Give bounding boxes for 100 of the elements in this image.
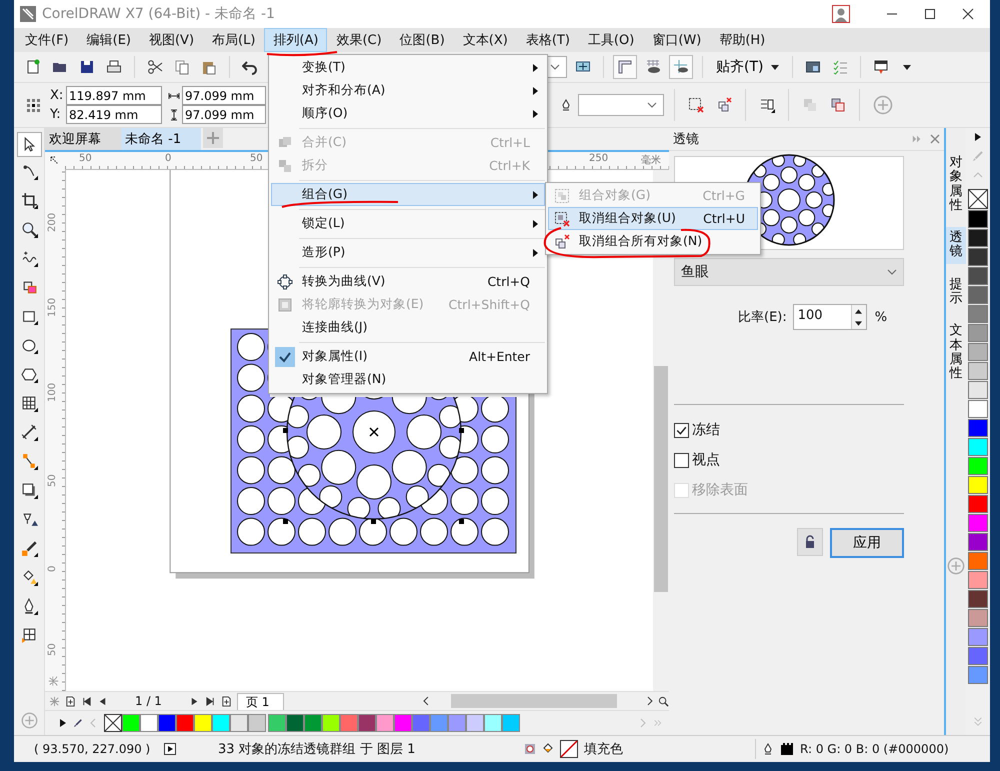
menu-item[interactable]: 窗口(W) — [643, 28, 710, 52]
menu-item[interactable]: 文本(X) — [454, 28, 517, 52]
user-avatar-icon[interactable] — [832, 5, 850, 23]
color-swatch[interactable] — [358, 714, 376, 732]
color-swatch[interactable] — [968, 362, 988, 380]
lock-button[interactable] — [797, 528, 823, 556]
color-swatch[interactable] — [968, 666, 988, 684]
color-swatch[interactable] — [484, 714, 502, 732]
color-swatch[interactable] — [502, 714, 520, 732]
color-swatch[interactable] — [968, 210, 988, 228]
docker-tab[interactable]: 提示 — [946, 274, 966, 310]
color-swatch[interactable] — [194, 714, 212, 732]
add-tab-icon[interactable] — [203, 128, 224, 148]
menu-item[interactable]: 排列(A) — [264, 28, 328, 52]
color-swatch[interactable] — [968, 552, 988, 570]
previous-page-icon[interactable] — [97, 696, 108, 706]
menu-item[interactable]: 位图(B) — [390, 28, 454, 52]
color-swatch[interactable] — [968, 628, 988, 646]
checkbox[interactable] — [674, 422, 689, 438]
color-swatch[interactable] — [448, 714, 466, 732]
menu-item[interactable]: 帮助(H) — [710, 28, 774, 52]
fill-bucket-icon[interactable] — [542, 743, 554, 755]
play-arrow-icon[interactable] — [59, 718, 67, 728]
menu-entry[interactable]: 组合(G) — [271, 183, 545, 206]
color-swatch[interactable] — [322, 714, 340, 732]
menu-entry[interactable]: 锁定(L) — [271, 212, 545, 235]
color-swatch[interactable] — [304, 714, 322, 732]
color-swatch[interactable] — [968, 267, 988, 285]
spin-up-icon[interactable] — [855, 308, 862, 314]
color-swatch[interactable] — [968, 324, 988, 342]
color-swatch[interactable] — [140, 714, 158, 732]
menu-entry[interactable]: 顺序(O) — [271, 102, 545, 125]
menu-item[interactable]: 文件(F) — [16, 28, 78, 52]
first-page-icon[interactable] — [81, 696, 92, 706]
menu-entry[interactable]: 对象属性(I) Alt+Enter — [271, 345, 545, 368]
play-arrow-icon[interactable] — [973, 132, 983, 142]
color-swatch[interactable] — [968, 571, 988, 589]
color-swatch[interactable] — [122, 714, 140, 732]
color-swatch[interactable] — [968, 343, 988, 361]
menu-entry[interactable]: 变换(T) — [271, 56, 545, 79]
scroll-left-icon[interactable] — [423, 696, 429, 706]
color-swatch[interactable] — [968, 533, 988, 551]
menu-entry[interactable]: 取消组合所有对象(N) — [548, 230, 758, 253]
rate-spin-field[interactable]: 100 — [792, 304, 867, 330]
lens-type-dropdown[interactable]: 鱼眼 — [674, 258, 904, 286]
menu-entry[interactable]: 连接曲线(J) — [271, 316, 545, 339]
document-tab[interactable]: 未命名 -1 — [121, 128, 202, 150]
color-swatch[interactable] — [968, 400, 988, 418]
menu-item[interactable]: 视图(V) — [140, 28, 204, 52]
apply-button[interactable]: 应用 — [830, 528, 904, 558]
color-swatch[interactable] — [968, 381, 988, 399]
color-swatch[interactable] — [394, 714, 412, 732]
color-swatch[interactable] — [412, 714, 430, 732]
color-swatch[interactable] — [286, 714, 304, 732]
menu-entry[interactable]: 对齐和分布(A) — [271, 79, 545, 102]
color-swatch[interactable] — [968, 286, 988, 304]
artwork-drawing[interactable] — [230, 397, 518, 555]
y-position-field[interactable]: 82.419 mm — [66, 105, 162, 124]
menu-item[interactable]: 工具(O) — [578, 28, 644, 52]
no-color-swatch[interactable] — [968, 189, 988, 209]
outline-width-combo-box[interactable] — [578, 94, 664, 116]
menu-entry[interactable]: 转换为曲线(V) Ctrl+Q — [271, 270, 545, 293]
color-swatch[interactable] — [968, 457, 988, 475]
circle-column-drawing[interactable] — [230, 328, 270, 397]
docker-tab[interactable]: 对象属性 — [946, 152, 966, 218]
color-swatch[interactable] — [268, 714, 286, 732]
color-swatch[interactable] — [968, 305, 988, 323]
color-swatch[interactable] — [968, 419, 988, 437]
color-swatch[interactable] — [968, 229, 988, 247]
checkbox[interactable] — [674, 452, 689, 468]
color-swatch[interactable] — [968, 514, 988, 532]
menu-item[interactable]: 布局(L) — [203, 28, 264, 52]
menu-item[interactable]: 表格(T) — [516, 28, 579, 52]
color-swatch[interactable] — [376, 714, 394, 732]
x-position-field[interactable]: 119.897 mm — [66, 86, 162, 105]
docker-tab[interactable]: 透镜 — [946, 227, 966, 264]
pen-nib-icon[interactable] — [762, 743, 774, 755]
snap-dropdown[interactable]: 贴齐(T) — [712, 58, 784, 76]
color-swatch[interactable] — [212, 714, 230, 732]
eyedropper-icon[interactable] — [74, 718, 82, 728]
spin-down-icon[interactable] — [855, 320, 862, 326]
width-field[interactable]: 97.099 mm — [182, 86, 266, 105]
color-swatch[interactable] — [466, 714, 484, 732]
color-swatch[interactable] — [968, 476, 988, 494]
menu-item[interactable]: 编辑(E) — [78, 28, 140, 52]
color-swatch[interactable] — [430, 714, 448, 732]
no-color-swatch[interactable] — [104, 714, 122, 732]
guidelines-eye-icon[interactable] — [669, 55, 693, 79]
last-page-icon[interactable] — [204, 696, 216, 706]
color-swatch[interactable] — [968, 590, 988, 608]
play-button-icon[interactable] — [164, 743, 176, 755]
zoom-icon[interactable] — [658, 696, 669, 706]
menu-entry[interactable]: 取消组合对象(U) Ctrl+U — [548, 207, 758, 230]
document-tab[interactable]: 欢迎屏幕 — [45, 128, 121, 150]
color-swatch[interactable] — [968, 609, 988, 627]
scroll-right-icon[interactable] — [647, 696, 654, 706]
menu-entry[interactable]: 造形(P) — [271, 241, 545, 264]
add-page-icon[interactable] — [65, 696, 76, 706]
color-swatch[interactable] — [968, 495, 988, 513]
menu-item[interactable]: 效果(C) — [327, 28, 391, 52]
